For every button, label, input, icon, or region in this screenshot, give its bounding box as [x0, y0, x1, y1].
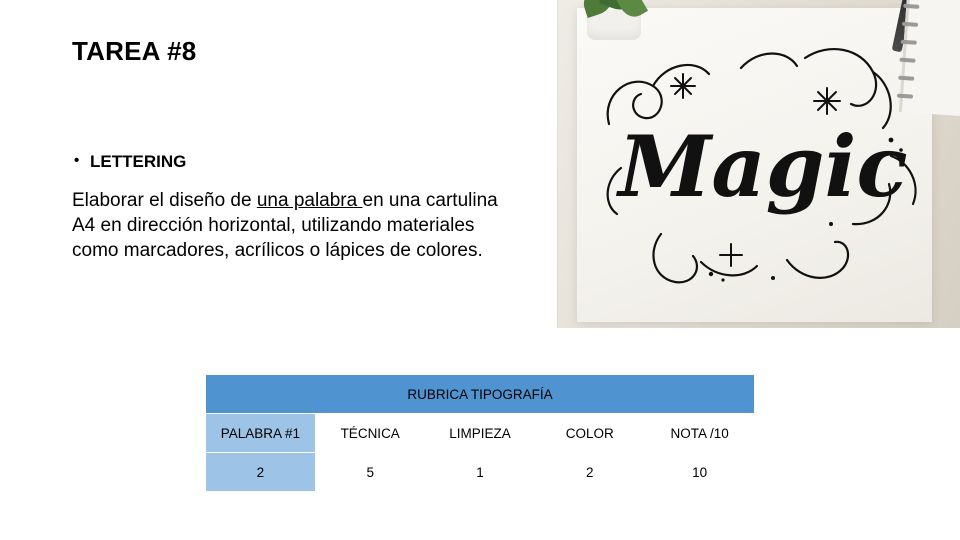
body-text-block: • LETTERING Elaborar el diseño de una pa…: [72, 152, 512, 263]
paragraph-part-before: Elaborar el diseño de: [72, 190, 257, 211]
table-row-header: RUBRICA TIPOGRAFÍA: [205, 374, 755, 414]
table-col-header-limpieza: LIMPIEZA: [424, 413, 536, 453]
page-title: TAREA #8: [72, 36, 197, 66]
table-col-header-color: COLOR: [534, 413, 646, 453]
bullet-marker-icon: •: [74, 152, 80, 169]
table-cell-nota-value: 10: [644, 452, 755, 492]
rubrica-table: RUBRICA TIPOGRAFÍA PALABRA #1 TÉCNICA LI…: [205, 374, 755, 492]
magic-word-text: Magic: [615, 117, 907, 216]
notebook-ring: [903, 3, 920, 9]
lettering-photo: Magic: [557, 0, 960, 328]
bullet-item-lettering: • LETTERING: [72, 152, 512, 172]
rubrica-table-wrapper: RUBRICA TIPOGRAFÍA PALABRA #1 TÉCNICA LI…: [205, 374, 755, 492]
table-cell-limpieza-value: 1: [424, 452, 536, 492]
table-cell-tecnica-value: 5: [314, 452, 426, 492]
table-col-header-palabra: PALABRA #1: [205, 413, 316, 453]
magic-lettering-artwork: Magic: [606, 48, 917, 284]
table-row-values: 2 5 1 2 10: [205, 452, 755, 492]
table-cell-color-value: 2: [534, 452, 646, 492]
table-header-title: RUBRICA TIPOGRAFÍA: [205, 374, 755, 414]
slide: TAREA #8 • LETTERING Elaborar el diseño …: [0, 0, 960, 540]
bullet-item-label: LETTERING: [90, 152, 187, 171]
table-col-header-tecnica: TÉCNICA: [314, 413, 426, 453]
table-cell-palabra-value: 2: [205, 452, 316, 492]
table-row-columns: PALABRA #1 TÉCNICA LIMPIEZA COLOR NOTA /…: [205, 413, 755, 453]
table-col-header-nota: NOTA /10: [644, 413, 755, 453]
paragraph-part-underlined: una palabra: [256, 190, 363, 211]
notebook-ring: [901, 21, 919, 27]
description-paragraph: Elaborar el diseño de una palabra en una…: [72, 188, 502, 263]
